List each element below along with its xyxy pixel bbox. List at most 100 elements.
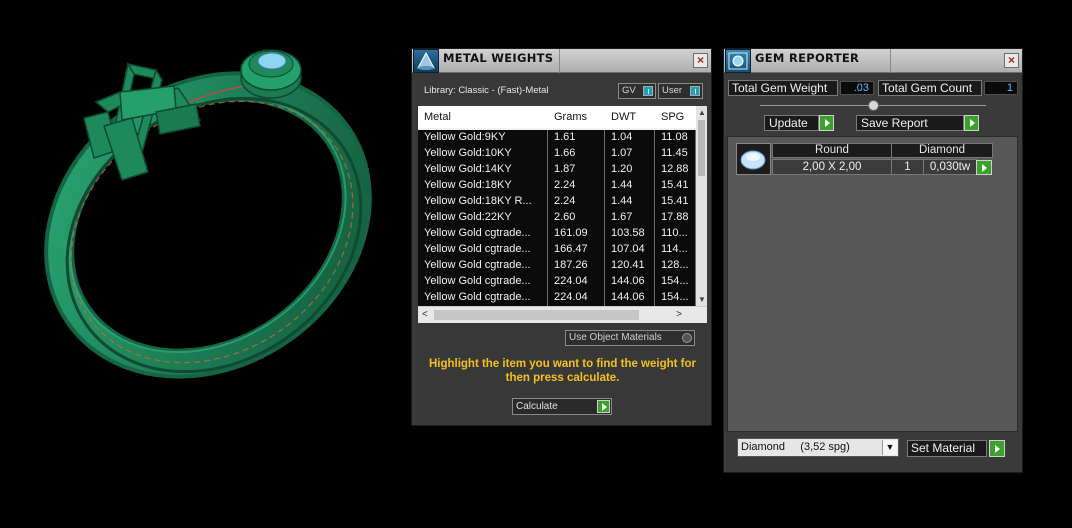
- grams-cell: 2.60: [548, 210, 605, 226]
- gem-reporter-titlebar[interactable]: GEM REPORTER ×: [724, 49, 1022, 73]
- table-row[interactable]: Yellow Gold:18KY 2.24 1.44 15.41: [418, 178, 696, 194]
- table-row[interactable]: Yellow Gold cgtrade... 166.47 107.04 114...: [418, 242, 696, 258]
- slider-handle[interactable]: [868, 100, 879, 111]
- gv-toggle[interactable]: GV: [618, 83, 656, 99]
- gem-reporter-panel: GEM REPORTER × Total Gem Weight .03 Tota…: [723, 48, 1023, 473]
- col-grams[interactable]: Grams: [548, 110, 605, 126]
- vertical-scrollbar[interactable]: ▲ ▼: [696, 106, 707, 306]
- scroll-left-icon[interactable]: <: [422, 309, 428, 320]
- gv-toggle-icon: [643, 86, 653, 96]
- use-object-materials-checkbox[interactable]: Use Object Materials: [565, 330, 695, 346]
- dwt-cell: 144.06: [605, 274, 655, 290]
- dwt-cell: 144.06: [605, 290, 655, 306]
- dwt-cell: 1.04: [605, 130, 655, 146]
- close-icon[interactable]: ×: [693, 53, 708, 68]
- spg-cell: 114...: [655, 242, 696, 258]
- title-divider: [890, 49, 891, 73]
- horizontal-scrollbar[interactable]: < >: [418, 306, 707, 323]
- metal-name-cell: Yellow Gold:9KY: [418, 130, 548, 146]
- spg-cell: 11.45: [655, 146, 696, 162]
- grams-cell: 161.09: [548, 226, 605, 242]
- table-row[interactable]: Yellow Gold cgtrade... 161.09 103.58 110...: [418, 226, 696, 242]
- gem-shape-header: Round: [772, 143, 892, 158]
- col-spg[interactable]: SPG: [655, 110, 696, 126]
- calculate-button[interactable]: Calculate: [512, 398, 612, 415]
- table-row[interactable]: Yellow Gold cgtrade... 224.04 144.06 154...: [418, 274, 696, 290]
- grams-cell: 224.04: [548, 274, 605, 290]
- save-report-button[interactable]: Save Report: [856, 115, 979, 131]
- dwt-cell: 120.41: [605, 258, 655, 274]
- col-metal[interactable]: Metal: [418, 110, 548, 126]
- metal-table-header: Metal Grams DWT SPG: [418, 106, 696, 128]
- grams-cell: 1.87: [548, 162, 605, 178]
- spg-cell: 128...: [655, 258, 696, 274]
- go-arrow-icon: [597, 400, 610, 413]
- update-button[interactable]: Update: [764, 115, 834, 131]
- spg-cell: 110...: [655, 226, 696, 242]
- metal-name-cell: Yellow Gold cgtrade...: [418, 226, 548, 242]
- metal-table[interactable]: Metal Grams DWT SPG Yellow Gold:9KY 1.61 1…: [418, 106, 707, 323]
- dwt-cell: 103.58: [605, 226, 655, 242]
- title-divider: [559, 49, 560, 73]
- dwt-cell: 1.44: [605, 178, 655, 194]
- grams-cell: 1.66: [548, 146, 605, 162]
- metal-name-cell: Yellow Gold cgtrade...: [418, 274, 548, 290]
- col-dwt[interactable]: DWT: [605, 110, 655, 126]
- grams-cell: 187.26: [548, 258, 605, 274]
- metal-name-cell: Yellow Gold cgtrade...: [418, 242, 548, 258]
- metal-name-cell: Yellow Gold cgtrade...: [418, 290, 548, 306]
- total-gem-weight-label: Total Gem Weight: [728, 80, 838, 96]
- calculate-label: Calculate: [516, 401, 558, 412]
- instruction-text: Highlight the item you want to find the …: [428, 358, 697, 384]
- table-row[interactable]: Yellow Gold:14KY 1.87 1.20 12.88: [418, 162, 696, 178]
- metal-name-cell: Yellow Gold:18KY: [418, 178, 548, 194]
- gem-diamond-icon[interactable]: [736, 143, 771, 175]
- close-icon[interactable]: ×: [1004, 53, 1019, 68]
- gem-reporter-title: GEM REPORTER: [755, 51, 860, 65]
- vertical-scroll-thumb[interactable]: [698, 120, 705, 176]
- go-arrow-icon[interactable]: [976, 160, 992, 175]
- dwt-cell: 1.07: [605, 146, 655, 162]
- scroll-right-icon[interactable]: >: [676, 309, 682, 320]
- metal-weights-title: METAL WEIGHTS: [443, 51, 554, 65]
- metal-weights-titlebar[interactable]: METAL WEIGHTS ×: [412, 49, 711, 73]
- 3d-viewport[interactable]: [0, 0, 405, 528]
- material-select[interactable]: Diamond (3,52 spg) ▼: [737, 438, 899, 457]
- library-label: Library: Classic - (Fast)-Metal: [424, 85, 549, 96]
- app-stage: METAL WEIGHTS × Library: Classic - (Fast…: [0, 0, 1072, 528]
- scroll-down-icon[interactable]: ▼: [698, 295, 706, 304]
- update-label: Update: [769, 116, 808, 130]
- set-material-label: Set Material: [911, 441, 976, 455]
- gem-list: Round Diamond 2,00 X 2,00 1 0,030tw: [727, 136, 1018, 432]
- spg-cell: 15.41: [655, 178, 696, 194]
- material-select-value: Diamond (3,52 spg): [741, 441, 850, 453]
- go-arrow-icon: [819, 115, 834, 131]
- gem-reporter-icon: [725, 49, 751, 73]
- table-row[interactable]: Yellow Gold:10KY 1.66 1.07 11.45: [418, 146, 696, 162]
- horizontal-scroll-thumb[interactable]: [434, 310, 639, 320]
- table-row[interactable]: Yellow Gold:18KY R... 2.24 1.44 15.41: [418, 194, 696, 210]
- grams-cell: 166.47: [548, 242, 605, 258]
- table-row[interactable]: Yellow Gold cgtrade... 187.26 120.41 128...: [418, 258, 696, 274]
- save-report-label: Save Report: [861, 116, 928, 130]
- gem-size-cell: 2,00 X 2,00: [772, 159, 892, 175]
- table-row[interactable]: Yellow Gold:9KY 1.61 1.04 11.08: [418, 130, 696, 146]
- set-material-button[interactable]: Set Material: [907, 440, 1005, 457]
- grams-cell: 224.04: [548, 290, 605, 306]
- gv-label: GV: [622, 85, 636, 96]
- go-arrow-icon: [964, 115, 979, 131]
- scroll-up-icon[interactable]: ▲: [698, 108, 706, 117]
- dropdown-arrow-icon: ▼: [882, 440, 897, 455]
- metal-name-cell: Yellow Gold:10KY: [418, 146, 548, 162]
- dwt-cell: 107.04: [605, 242, 655, 258]
- dwt-cell: 1.44: [605, 194, 655, 210]
- table-row[interactable]: Yellow Gold cgtrade... 224.04 144.06 154...: [418, 290, 696, 306]
- table-row[interactable]: Yellow Gold:22KY 2.60 1.67 17.88: [418, 210, 696, 226]
- gem-weight-cell: 0,030tw: [923, 159, 977, 175]
- user-toggle[interactable]: User: [658, 83, 703, 99]
- dwt-cell: 1.67: [605, 210, 655, 226]
- use-object-materials-label: Use Object Materials: [569, 332, 662, 343]
- metal-name-cell: Yellow Gold:14KY: [418, 162, 548, 178]
- user-label: User: [662, 85, 683, 96]
- gem-type-header: Diamond: [891, 143, 993, 158]
